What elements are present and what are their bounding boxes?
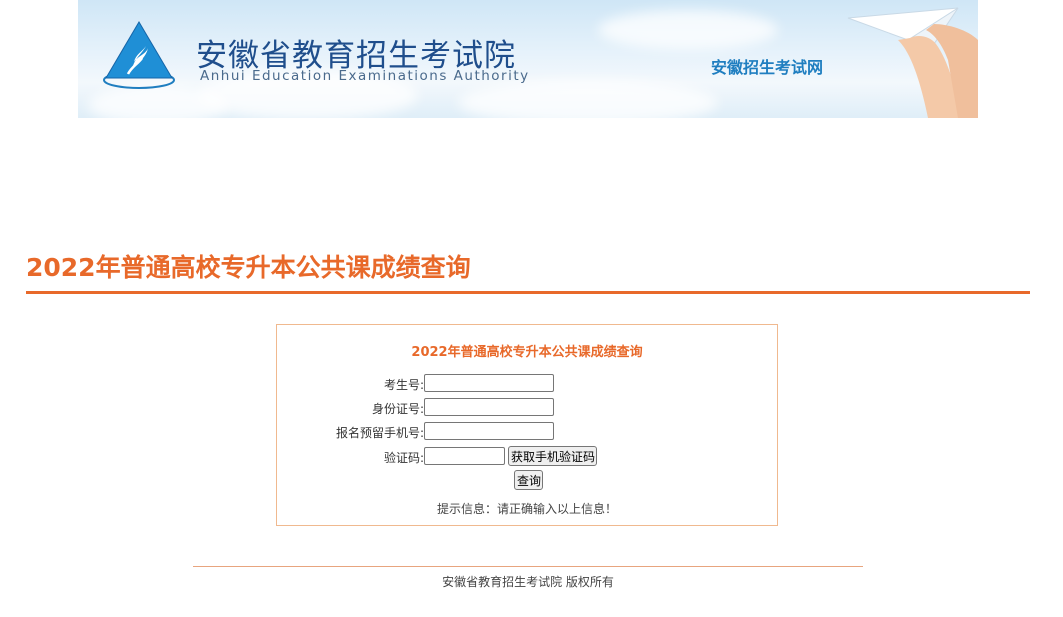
banner-site-name: 安徽招生考试网 xyxy=(711,58,824,77)
hand-paper-plane-icon xyxy=(847,7,978,118)
page-title: 2022年普通高校专升本公共课成绩查询 xyxy=(26,253,471,282)
verification-code-label: 验证码: xyxy=(383,451,424,465)
form-title: 2022年普通高校专升本公共课成绩查询 xyxy=(411,345,643,360)
get-sms-code-button[interactable]: 获取手机验证码 xyxy=(508,446,597,466)
exam-no-input[interactable] xyxy=(424,374,554,392)
id-number-input[interactable] xyxy=(424,398,554,416)
query-button[interactable]: 查询 xyxy=(514,470,543,490)
phone-label: 报名预留手机号: xyxy=(335,426,424,440)
hint-message: 提示信息：请正确输入以上信息！ xyxy=(436,502,617,516)
verification-code-row: 验证码: 获取手机验证码 xyxy=(277,446,779,466)
verification-code-input[interactable] xyxy=(424,447,505,465)
phone-input[interactable] xyxy=(424,422,554,440)
exam-no-row: 考生号: xyxy=(277,373,779,393)
footer-divider xyxy=(193,566,863,567)
banner-subtitle: Anhui Education Examinations Authority xyxy=(200,68,530,84)
score-query-form: 2022年普通高校专升本公共课成绩查询 考生号: 身份证号: 报名预留手机号: … xyxy=(276,324,778,526)
institution-logo-icon xyxy=(103,21,175,89)
phone-row: 报名预留手机号: xyxy=(277,421,779,441)
id-number-row: 身份证号: xyxy=(277,397,779,417)
footer-copyright: 安徽省教育招生考试院 版权所有 xyxy=(442,575,614,589)
title-divider xyxy=(26,291,1030,294)
id-number-label: 身份证号: xyxy=(371,402,424,416)
header-banner: 安徽省教育招生考试院 Anhui Education Examinations … xyxy=(78,0,978,118)
exam-no-label: 考生号: xyxy=(383,378,424,392)
